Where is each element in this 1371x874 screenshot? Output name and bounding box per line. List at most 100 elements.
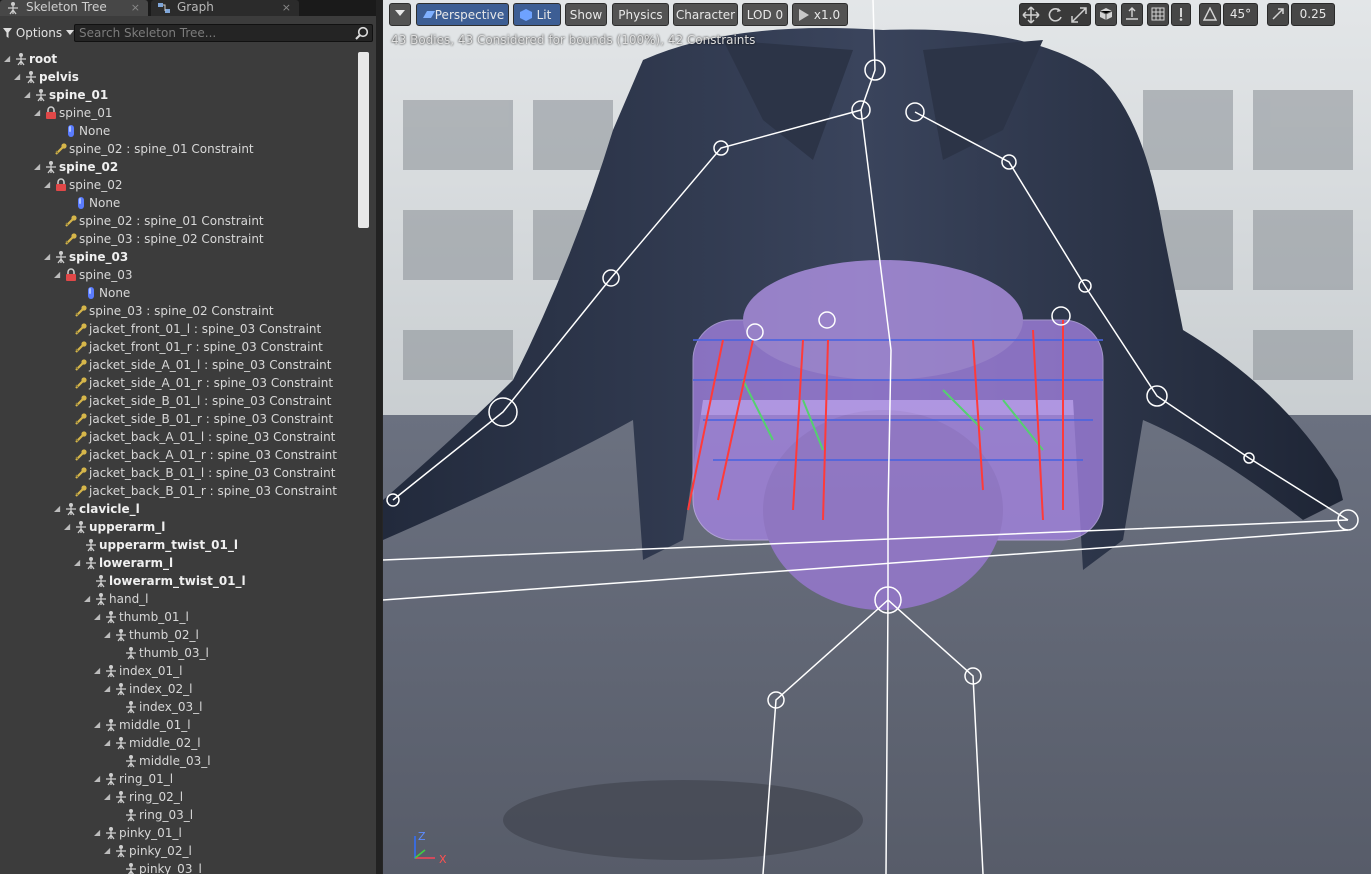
lod-button[interactable]: LOD 0 [742, 3, 788, 26]
surface-snap-button[interactable] [1121, 3, 1143, 26]
close-icon[interactable]: × [282, 0, 291, 15]
close-icon[interactable]: × [131, 0, 140, 15]
tree-row[interactable]: ◢ spine_03 [0, 248, 360, 266]
tree-row[interactable]: upperarm_twist_01_l [0, 536, 360, 554]
tree-row[interactable]: ◢ pinky_01_l [0, 824, 360, 842]
expand-arrow-icon[interactable]: ◢ [64, 518, 72, 536]
tree-row[interactable]: ◢ hand_l [0, 590, 360, 608]
scale-snap-value[interactable]: 0.25 [1291, 3, 1335, 26]
tree-row[interactable]: jacket_back_A_01_l : spine_03 Constraint [0, 428, 360, 446]
tree-row[interactable]: ◢ spine_01 [0, 86, 360, 104]
grid-snap-button[interactable] [1147, 3, 1169, 26]
expand-arrow-icon[interactable]: ◢ [104, 734, 112, 752]
tree-row[interactable]: ◢ upperarm_l [0, 518, 360, 536]
tree-row[interactable]: spine_02 : spine_01 Constraint [0, 212, 360, 230]
search-input[interactable]: Search Skeleton Tree... [74, 24, 373, 42]
tree-row[interactable]: spine_03 : spine_02 Constraint [0, 230, 360, 248]
expand-arrow-icon[interactable]: ◢ [104, 788, 112, 806]
tree-row[interactable]: ◢ pelvis [0, 68, 360, 86]
expand-arrow-icon[interactable]: ◢ [24, 86, 32, 104]
tree-row[interactable]: ◢ root [0, 50, 360, 68]
tree-row[interactable]: spine_02 : spine_01 Constraint [0, 140, 360, 158]
expand-arrow-icon[interactable]: ◢ [54, 266, 62, 284]
expand-arrow-icon[interactable]: ◢ [34, 158, 42, 176]
world-local-toggle[interactable] [1095, 3, 1117, 26]
tree-row[interactable]: ◢ spine_03 [0, 266, 360, 284]
expand-arrow-icon[interactable]: ◢ [84, 590, 92, 608]
expand-arrow-icon[interactable]: ◢ [94, 824, 102, 842]
viewport[interactable]: Perspective Lit Show Physics Character L… [383, 0, 1371, 874]
tree-row[interactable]: ◢ spine_02 [0, 176, 360, 194]
translate-icon[interactable] [1022, 6, 1040, 24]
tree-row[interactable]: ◢ index_02_l [0, 680, 360, 698]
tree-row[interactable]: jacket_back_B_01_l : spine_03 Constraint [0, 464, 360, 482]
tree-row[interactable]: jacket_side_A_01_r : spine_03 Constraint [0, 374, 360, 392]
rotate-icon[interactable] [1046, 6, 1064, 24]
tree-row[interactable]: ◢ middle_02_l [0, 734, 360, 752]
character-button[interactable]: Character [673, 3, 738, 26]
lock-icon [64, 268, 78, 282]
tab-skeleton-tree[interactable]: Skeleton Tree × [0, 0, 148, 16]
scrollbar-thumb[interactable] [358, 52, 369, 228]
options-dropdown[interactable]: Options [3, 24, 74, 42]
scale-icon[interactable] [1070, 6, 1088, 24]
tree-row[interactable]: middle_03_l [0, 752, 360, 770]
tree-row[interactable]: None [0, 284, 360, 302]
expand-arrow-icon[interactable]: ◢ [104, 626, 112, 644]
expand-arrow-icon[interactable]: ◢ [14, 68, 22, 86]
rotation-snap-button[interactable] [1199, 3, 1221, 26]
tree-row[interactable]: ◢ thumb_01_l [0, 608, 360, 626]
tree-row[interactable]: jacket_front_01_r : spine_03 Constraint [0, 338, 360, 356]
expand-arrow-icon[interactable]: ◢ [94, 716, 102, 734]
tree-row-label: pelvis [39, 70, 79, 84]
bone-icon [124, 754, 138, 768]
tree-row[interactable]: ◢ middle_01_l [0, 716, 360, 734]
tree-row[interactable]: jacket_side_B_01_l : spine_03 Constraint [0, 392, 360, 410]
tree-row[interactable]: ◢ spine_02 [0, 158, 360, 176]
expand-arrow-icon[interactable]: ◢ [94, 770, 102, 788]
expand-arrow-icon[interactable]: ◢ [34, 104, 42, 122]
tree-row[interactable]: lowerarm_twist_01_l [0, 572, 360, 590]
scale-snap-button[interactable] [1267, 3, 1289, 26]
tab-graph[interactable]: Graph × [151, 0, 299, 16]
tree-row[interactable]: None [0, 194, 360, 212]
expand-arrow-icon[interactable]: ◢ [4, 50, 12, 68]
play-speed-button[interactable]: x1.0 [792, 3, 848, 26]
tree-row[interactable]: ◢ ring_01_l [0, 770, 360, 788]
expand-arrow-icon[interactable]: ◢ [44, 248, 52, 266]
tree-row[interactable]: spine_03 : spine_02 Constraint [0, 302, 360, 320]
expand-arrow-icon[interactable]: ◢ [94, 662, 102, 680]
tree-row[interactable]: jacket_side_B_01_r : spine_03 Constraint [0, 410, 360, 428]
tree-row[interactable]: ◢ lowerarm_l [0, 554, 360, 572]
show-button[interactable]: Show [565, 3, 607, 26]
lit-button[interactable]: Lit [513, 3, 561, 26]
tree-row[interactable]: jacket_back_A_01_r : spine_03 Constraint [0, 446, 360, 464]
viewport-options-button[interactable] [389, 3, 411, 26]
tree-row[interactable]: None [0, 122, 360, 140]
tree-row[interactable]: ring_03_l [0, 806, 360, 824]
expand-arrow-icon[interactable]: ◢ [44, 176, 52, 194]
panel-splitter[interactable] [376, 0, 382, 874]
tree-row[interactable]: jacket_back_B_01_r : spine_03 Constraint [0, 482, 360, 500]
tree-row[interactable]: ◢ pinky_02_l [0, 842, 360, 860]
tree-row[interactable]: ◢ index_01_l [0, 662, 360, 680]
tree-row[interactable]: thumb_03_l [0, 644, 360, 662]
tree-row[interactable]: jacket_front_01_l : spine_03 Constraint [0, 320, 360, 338]
tree-row[interactable]: ◢ spine_01 [0, 104, 360, 122]
physics-button[interactable]: Physics [612, 3, 669, 26]
expand-arrow-icon[interactable]: ◢ [104, 680, 112, 698]
rotation-snap-value[interactable]: 45° [1223, 3, 1258, 26]
tree-row[interactable]: jacket_side_A_01_l : spine_03 Constraint [0, 356, 360, 374]
tree-row[interactable]: pinky_03_l [0, 860, 360, 874]
tree-row[interactable]: ◢ ring_02_l [0, 788, 360, 806]
tree-row[interactable]: index_03_l [0, 698, 360, 716]
expand-arrow-icon[interactable]: ◢ [74, 554, 82, 572]
perspective-button[interactable]: Perspective [416, 3, 509, 26]
expand-arrow-icon[interactable]: ◢ [94, 608, 102, 626]
grid-size-dropdown[interactable] [1171, 3, 1191, 26]
expand-arrow-icon[interactable]: ◢ [54, 500, 62, 518]
bone-icon [104, 718, 118, 732]
tree-row[interactable]: ◢ thumb_02_l [0, 626, 360, 644]
tree-row[interactable]: ◢ clavicle_l [0, 500, 360, 518]
expand-arrow-icon[interactable]: ◢ [104, 842, 112, 860]
